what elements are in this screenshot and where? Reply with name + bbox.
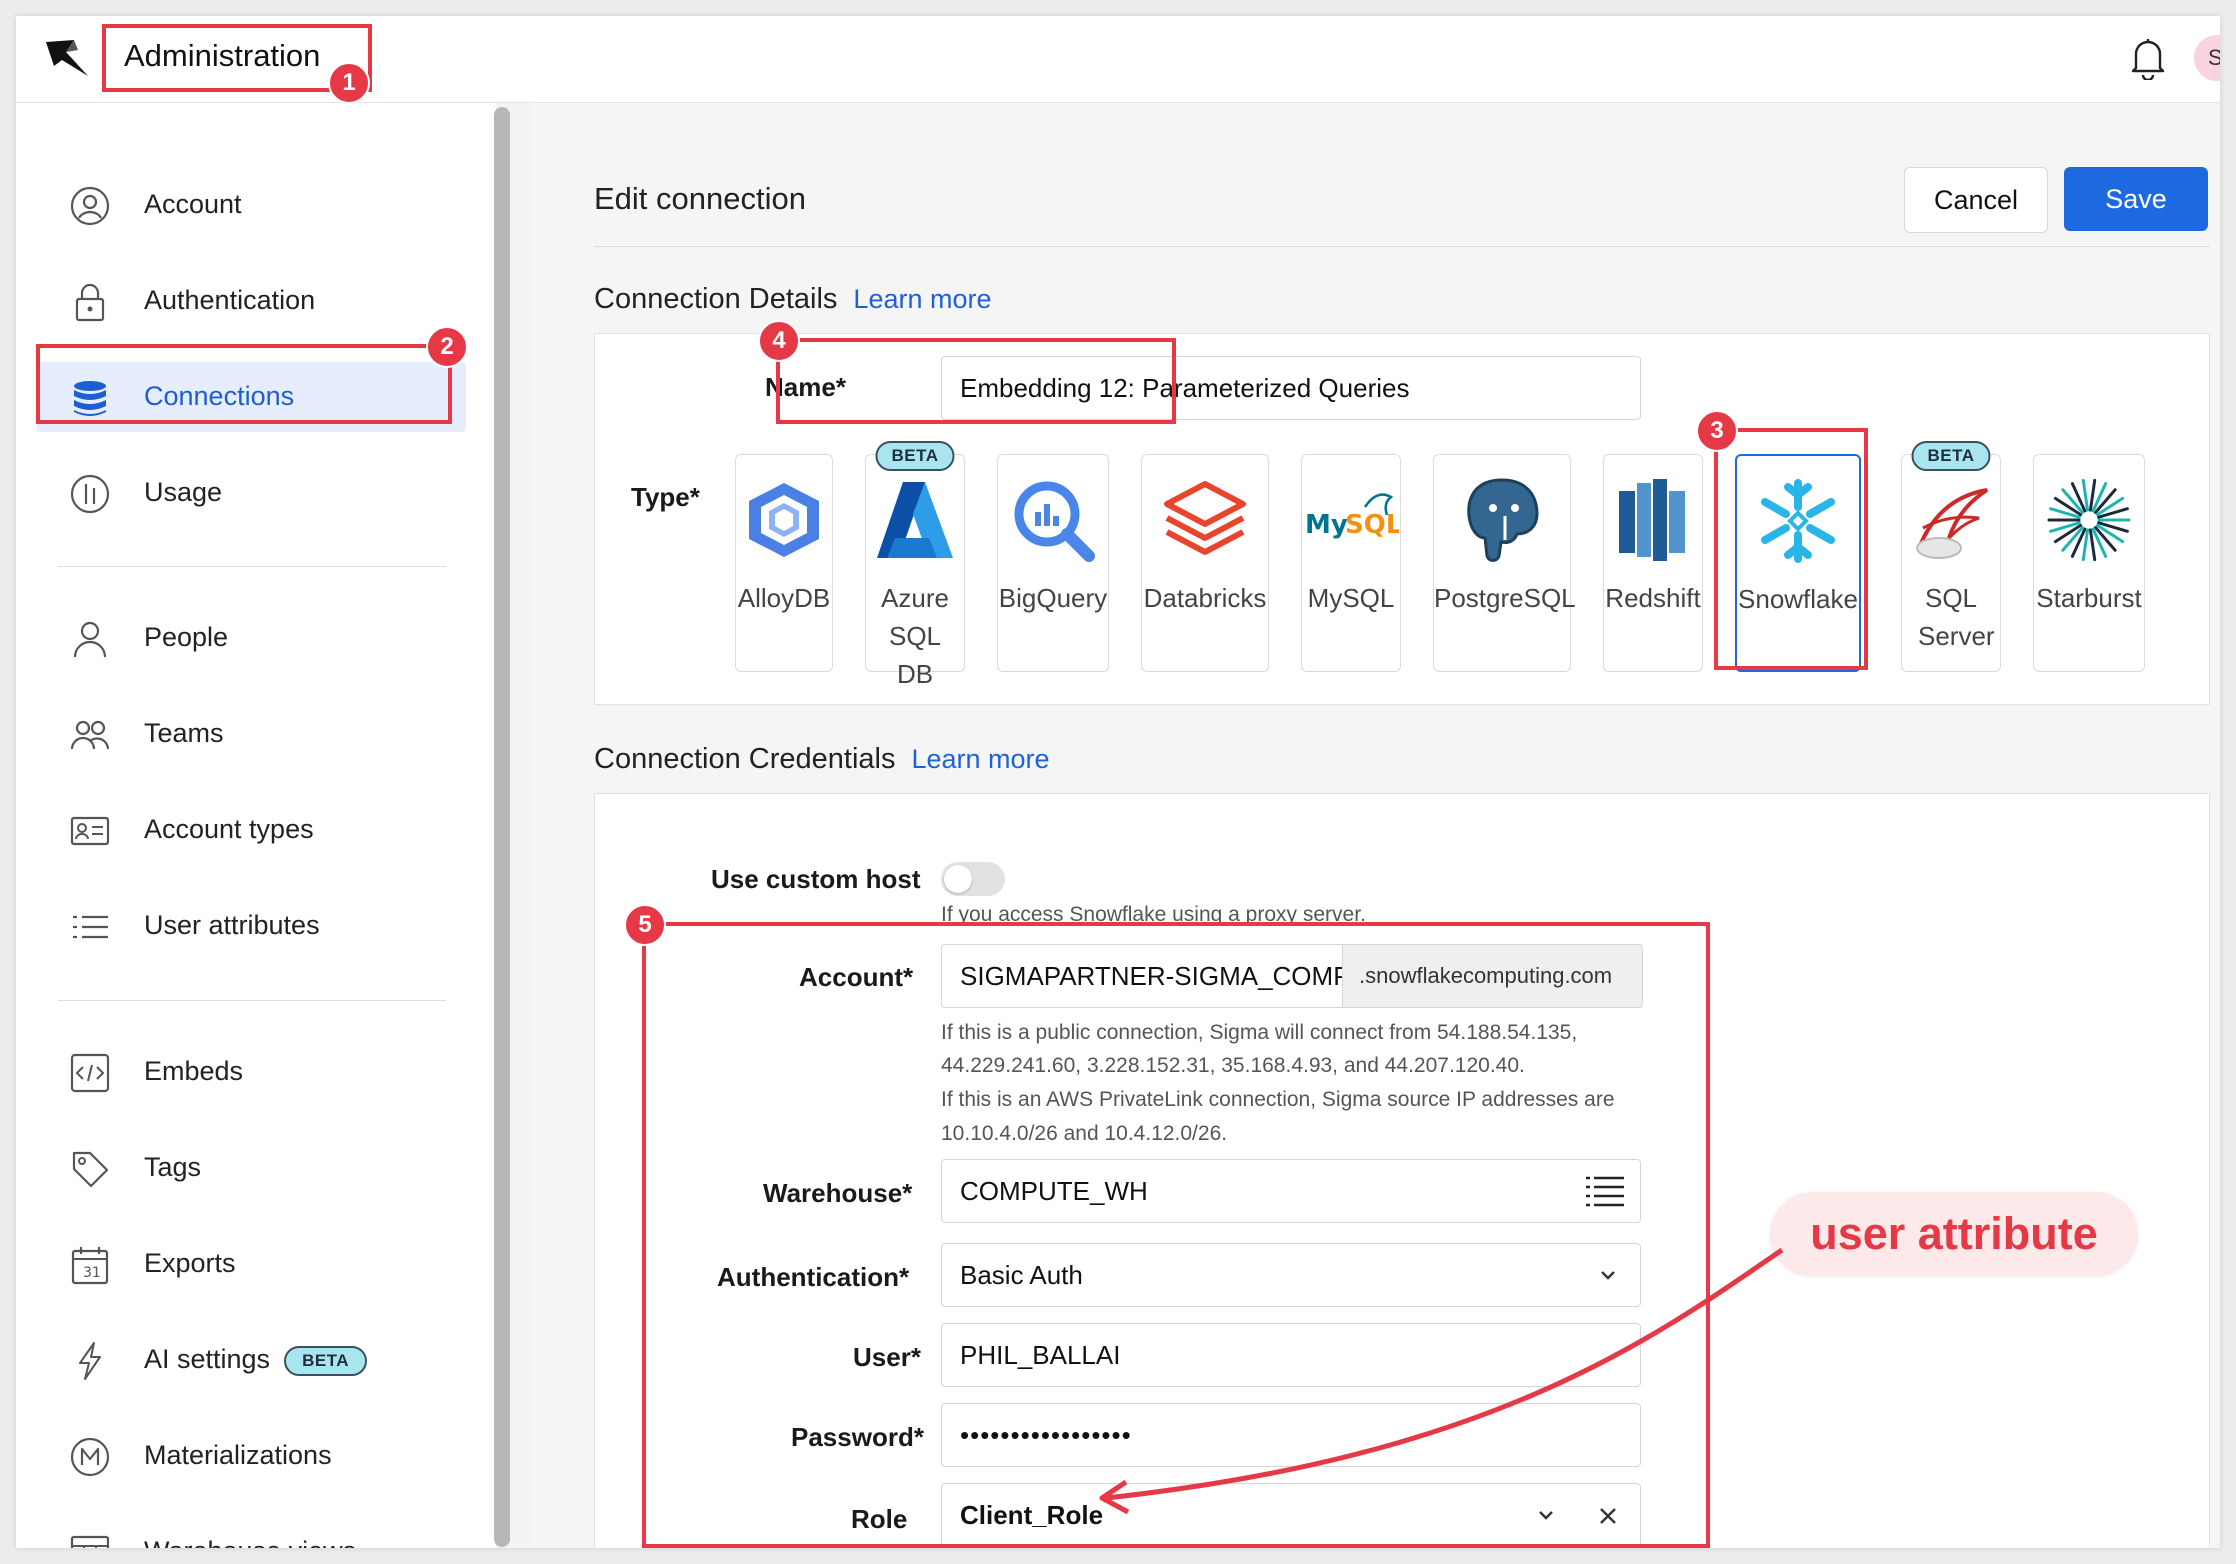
callout-arrow [1099, 1247, 1784, 1515]
app-window: Administration S Account Authentication … [16, 16, 2220, 1548]
